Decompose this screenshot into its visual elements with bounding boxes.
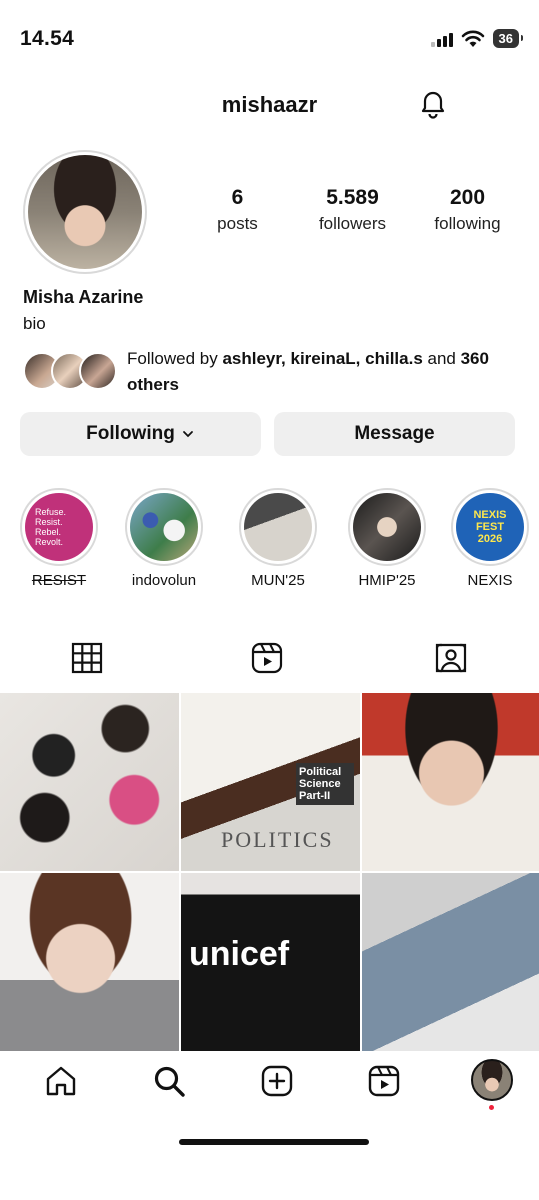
battery-icon: 36 — [492, 29, 524, 48]
highlight-ring: Refuse. Resist. Rebel. Revolt. — [20, 488, 98, 566]
search-icon[interactable] — [152, 1064, 186, 1098]
tagged-icon[interactable] — [433, 640, 469, 676]
stat-posts[interactable]: 6 posts — [183, 186, 293, 234]
stat-followers-label: followers — [318, 214, 387, 233]
highlight-thumb — [244, 493, 312, 561]
highlight-label: HMIP'25 — [358, 572, 416, 589]
stat-posts-count: 6 — [231, 186, 244, 209]
status-bar: 14.54 36 — [0, 0, 539, 80]
post-thumbnail[interactable]: Political Science Part-II POLITICS — [181, 693, 360, 871]
profile-username[interactable]: mishaazr — [0, 92, 539, 118]
highlight-ring — [348, 488, 426, 566]
highlight-mun25[interactable]: MUN'25 — [238, 488, 318, 589]
profile-header: mishaazr — [0, 80, 539, 128]
unicef-text: unicef — [189, 935, 290, 973]
highlight-thumb: Refuse. Resist. Rebel. Revolt. — [25, 493, 93, 561]
story-highlights: Refuse. Resist. Rebel. Revolt. RESIST in… — [0, 488, 539, 608]
reels-icon[interactable] — [249, 640, 285, 676]
message-button[interactable]: Message — [274, 412, 515, 456]
profile-name: Misha Azarine — [23, 287, 144, 307]
bell-icon[interactable] — [416, 86, 450, 120]
stat-following[interactable]: 200 following — [413, 186, 523, 234]
post-thumbnail[interactable] — [0, 693, 179, 871]
followed-by-avatars[interactable] — [23, 352, 118, 392]
highlight-resist[interactable]: Refuse. Resist. Rebel. Revolt. RESIST — [19, 488, 99, 589]
status-icons: 36 — [430, 29, 524, 48]
profile-avatar[interactable] — [471, 1059, 513, 1101]
highlight-thumb — [353, 493, 421, 561]
create-icon[interactable] — [260, 1064, 294, 1098]
post-thumbnail[interactable] — [362, 873, 539, 1051]
profile-avatar[interactable] — [23, 150, 147, 274]
profile-stats: 6 posts 5.589 followers 200 following — [180, 186, 525, 234]
posts-grid: Political Science Part-II POLITICS unice… — [0, 693, 539, 1053]
status-time: 14.54 — [20, 27, 75, 50]
post-thumbnail[interactable] — [0, 873, 179, 1051]
home-indicator[interactable] — [179, 1139, 369, 1145]
reels-icon[interactable] — [367, 1064, 401, 1098]
stat-following-label: following — [434, 214, 501, 233]
notification-dot — [489, 1105, 494, 1110]
highlight-hmip25[interactable]: HMIP'25 — [347, 488, 427, 589]
signal-icon — [430, 31, 453, 47]
home-icon[interactable] — [44, 1064, 78, 1098]
book-cover-text: POLITICS — [221, 827, 334, 852]
followed-by-text[interactable]: Followed by ashleyr, kireinaL, chilla.s … — [127, 346, 517, 398]
highlight-label: NEXIS — [467, 572, 513, 589]
profile-tabs — [0, 634, 539, 684]
followed-by-and: and — [422, 349, 461, 368]
stat-posts-label: posts — [217, 214, 258, 233]
stat-following-count: 200 — [449, 186, 486, 209]
bottom-nav — [0, 1056, 539, 1116]
book-title-text: Political Science Part-II — [296, 763, 354, 805]
highlight-thumb: NEXIS FEST 2026 — [456, 493, 524, 561]
profile-bio: bio — [23, 314, 46, 333]
followed-by-prefix: Followed by — [127, 349, 223, 368]
stat-followers-count: 5.589 — [326, 186, 379, 209]
grid-icon[interactable] — [69, 640, 105, 676]
highlight-ring — [239, 488, 317, 566]
followed-by-names: ashleyr, kireinaL, chilla.s — [222, 349, 423, 368]
highlight-nexis[interactable]: NEXIS FEST 2026 NEXIS — [450, 488, 530, 589]
highlight-label: indovolun — [131, 572, 197, 589]
highlight-ring — [125, 488, 203, 566]
avatar — [79, 352, 117, 390]
following-button[interactable]: Following — [20, 412, 261, 456]
highlight-indovolun[interactable]: indovolun — [124, 488, 204, 589]
highlight-ring: NEXIS FEST 2026 — [451, 488, 529, 566]
highlight-thumb — [130, 493, 198, 561]
following-button-label: Following — [86, 423, 175, 444]
highlight-label: RESIST — [31, 572, 87, 589]
chevron-down-icon — [182, 431, 193, 438]
avatar-image — [28, 155, 142, 269]
stat-followers[interactable]: 5.589 followers — [298, 186, 408, 234]
highlight-label: MUN'25 — [251, 572, 305, 589]
post-thumbnail[interactable]: unicef — [181, 873, 360, 1051]
wifi-icon — [461, 30, 484, 47]
post-thumbnail[interactable] — [362, 693, 539, 871]
message-button-label: Message — [354, 423, 435, 444]
